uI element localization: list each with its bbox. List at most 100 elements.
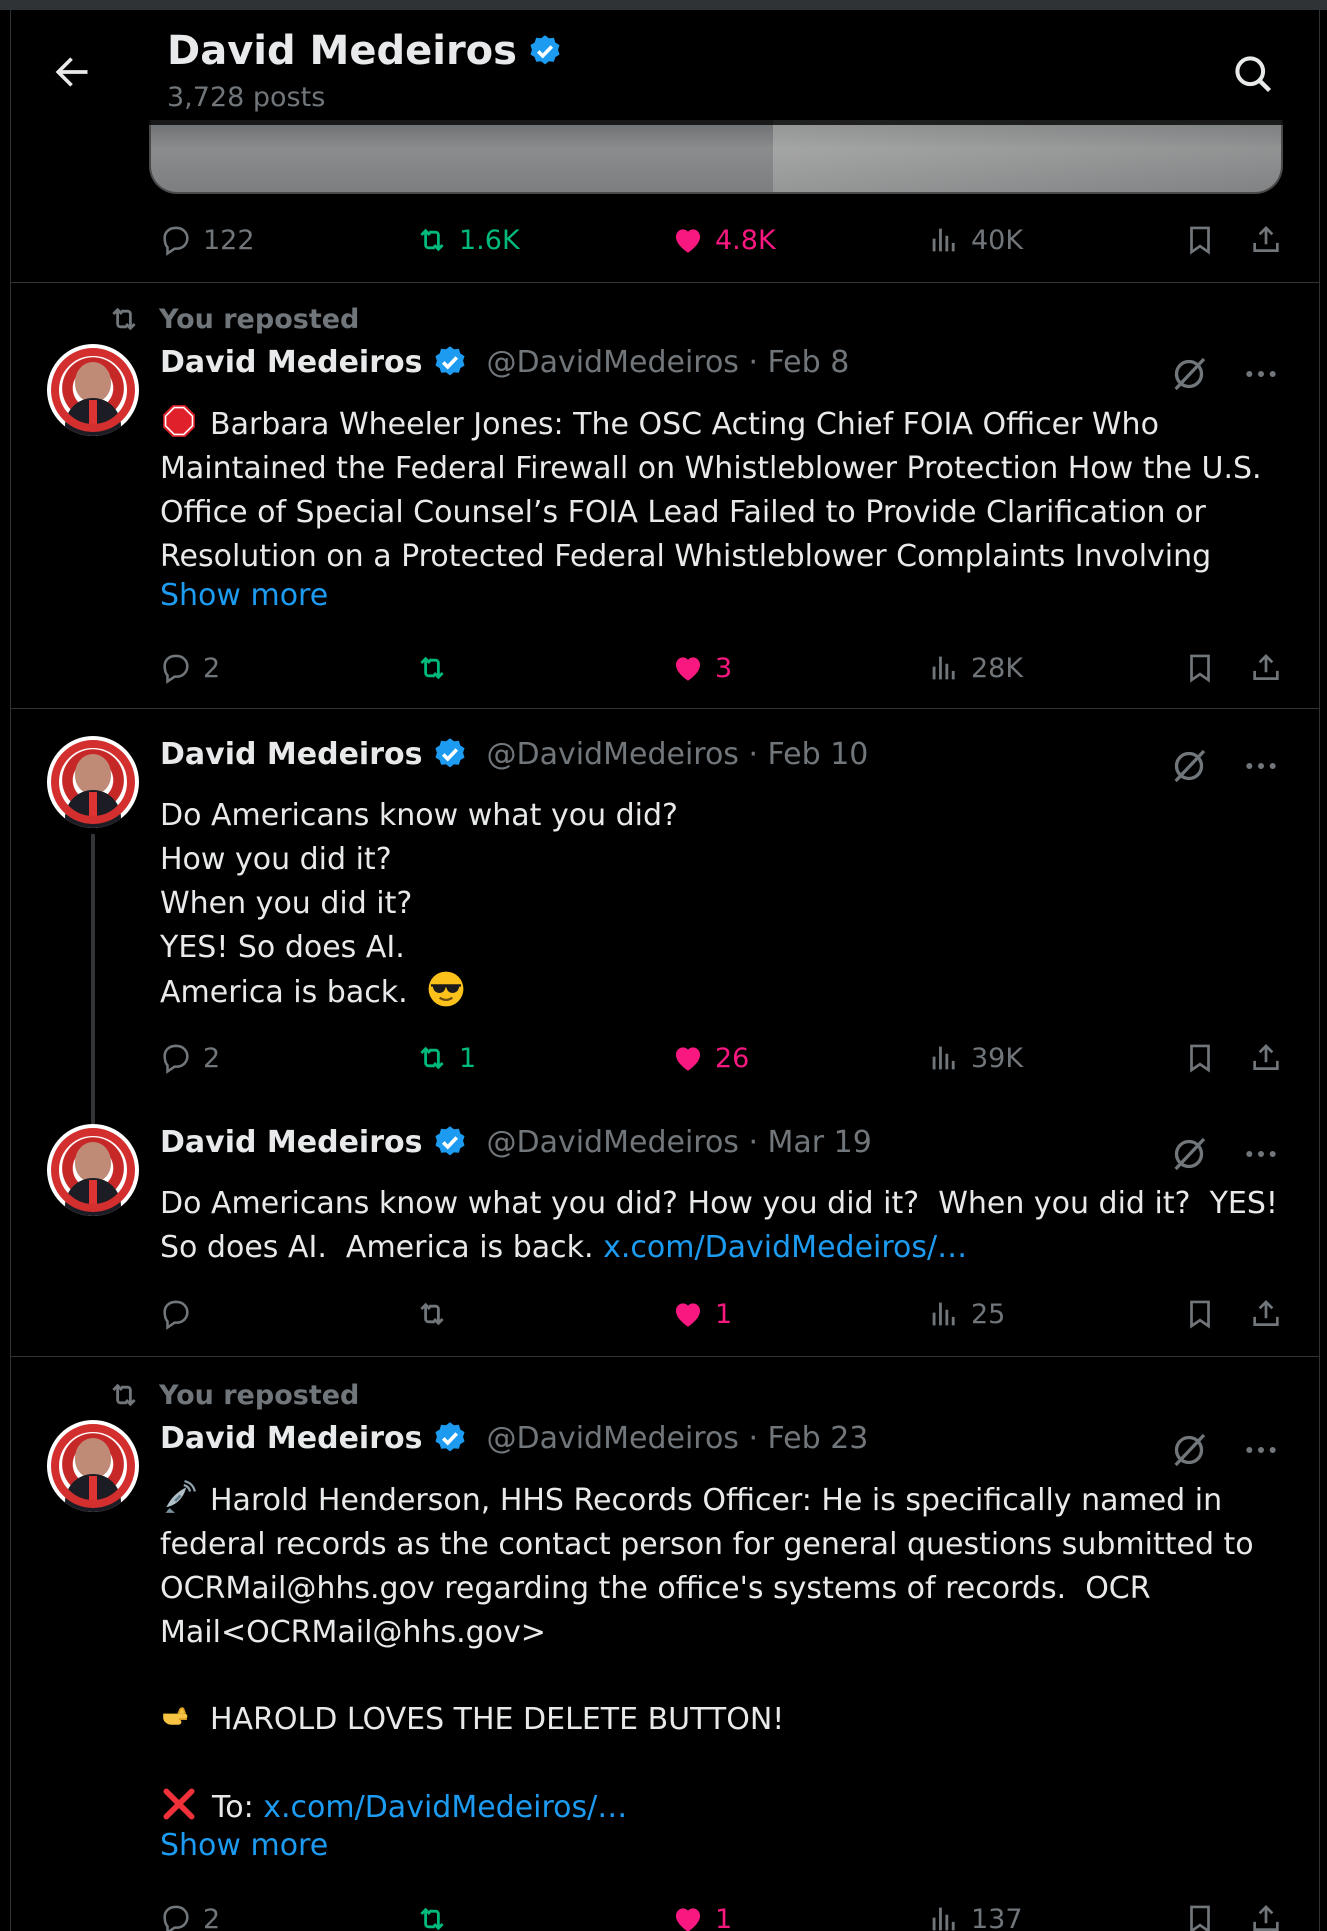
more-options-icon[interactable] bbox=[1241, 354, 1281, 394]
author-name[interactable]: David Medeiros bbox=[160, 1421, 422, 1456]
post-text: Barbara Wheeler Jones: The OSC Acting Ch… bbox=[160, 402, 1290, 579]
post-header: David Medeiros @DavidMedeiros · Feb 23 bbox=[160, 1420, 868, 1456]
reply-icon bbox=[163, 654, 189, 684]
verified-badge-icon bbox=[435, 1422, 466, 1452]
avatar[interactable] bbox=[47, 1420, 139, 1512]
reply-button[interactable]: 2 bbox=[159, 1034, 220, 1082]
like-button[interactable]: 4.8K bbox=[671, 216, 776, 264]
handle-date[interactable]: @DavidMedeiros · Feb 8 bbox=[486, 345, 849, 380]
reply-button[interactable] bbox=[159, 1290, 203, 1338]
reply-button[interactable]: 2 bbox=[159, 644, 220, 692]
bookmark-button[interactable] bbox=[1183, 1895, 1217, 1931]
reply-button[interactable]: 122 bbox=[159, 216, 255, 264]
show-more-link[interactable]: Show more bbox=[160, 578, 328, 613]
post-header: David Medeiros @DavidMedeiros · Feb 8 bbox=[160, 344, 849, 380]
verified-badge-icon bbox=[530, 35, 560, 65]
thread-connector bbox=[91, 834, 95, 1124]
views-button[interactable]: 25 bbox=[927, 1290, 1005, 1338]
author-name[interactable]: David Medeiros bbox=[160, 345, 422, 380]
share-button[interactable] bbox=[1249, 1290, 1283, 1338]
bookmark-button[interactable] bbox=[1183, 1034, 1217, 1082]
post-text: Harold Henderson, HHS Records Officer: H… bbox=[160, 1478, 1290, 1655]
heart-filled-icon bbox=[675, 657, 701, 681]
reply-count: 2 bbox=[203, 1042, 221, 1074]
grok-icon[interactable] bbox=[1169, 1430, 1209, 1470]
repost-button[interactable]: 1 bbox=[415, 1034, 476, 1082]
author-name[interactable]: David Medeiros bbox=[160, 1125, 422, 1160]
grok-icon[interactable] bbox=[1169, 1134, 1209, 1174]
avatar[interactable] bbox=[47, 736, 139, 828]
grok-icon[interactable] bbox=[1169, 746, 1209, 786]
reply-button[interactable]: 2 bbox=[159, 1895, 220, 1931]
like-button[interactable]: 1 bbox=[671, 1895, 732, 1931]
grok-icon[interactable] bbox=[1169, 354, 1209, 394]
repost-indicator[interactable]: You reposted bbox=[107, 302, 359, 336]
bookmark-button[interactable] bbox=[1183, 1290, 1217, 1338]
post-divider bbox=[11, 1356, 1319, 1357]
handle-date[interactable]: @DavidMedeiros · Feb 23 bbox=[486, 1421, 868, 1456]
post-header: David Medeiros @DavidMedeiros · Mar 19 bbox=[160, 1124, 872, 1160]
views-button[interactable]: 40K bbox=[927, 216, 1023, 264]
share-button[interactable] bbox=[1249, 1895, 1283, 1931]
repost-button[interactable] bbox=[415, 644, 459, 692]
verified-badge-icon bbox=[435, 738, 466, 768]
repost-button[interactable]: 1.6K bbox=[415, 216, 520, 264]
posts-count: 3,728 posts bbox=[167, 82, 326, 113]
handle-date[interactable]: @DavidMedeiros · Feb 10 bbox=[486, 737, 868, 772]
post-actions: 1 25 bbox=[149, 1290, 1289, 1338]
views-button[interactable]: 28K bbox=[927, 644, 1023, 692]
post-link[interactable]: x.com/DavidMedeiros/… bbox=[603, 1230, 967, 1265]
bookmark-button[interactable] bbox=[1183, 216, 1217, 264]
arrow-left-icon[interactable] bbox=[49, 50, 93, 94]
post-text-line: To: x.com/DavidMedeiros/… bbox=[160, 1785, 1290, 1830]
like-count: 4.8K bbox=[715, 224, 776, 256]
analytics-icon bbox=[932, 1907, 955, 1931]
share-button[interactable] bbox=[1249, 1034, 1283, 1082]
repost-button[interactable] bbox=[415, 1895, 459, 1931]
show-more-link[interactable]: Show more bbox=[160, 1828, 328, 1863]
page-title: David Medeiros bbox=[167, 28, 563, 74]
repost-icon bbox=[420, 656, 444, 680]
repost-button[interactable] bbox=[415, 1290, 459, 1338]
post-divider bbox=[11, 708, 1319, 709]
search-icon[interactable] bbox=[1231, 52, 1275, 96]
like-count: 1 bbox=[715, 1903, 733, 1931]
like-count: 3 bbox=[715, 652, 733, 684]
like-button[interactable]: 26 bbox=[671, 1034, 749, 1082]
avatar[interactable] bbox=[47, 344, 139, 436]
repost-icon bbox=[420, 1302, 444, 1326]
like-count: 1 bbox=[715, 1298, 733, 1330]
like-button[interactable]: 3 bbox=[671, 644, 732, 692]
post-header: David Medeiros @DavidMedeiros · Feb 10 bbox=[160, 736, 868, 772]
views-count: 137 bbox=[971, 1903, 1023, 1931]
heart-filled-icon bbox=[675, 1303, 701, 1327]
like-button[interactable]: 1 bbox=[671, 1290, 732, 1338]
share-button[interactable] bbox=[1249, 644, 1283, 692]
window-top-bar bbox=[0, 0, 1327, 10]
more-options-icon[interactable] bbox=[1241, 746, 1281, 786]
share-button[interactable] bbox=[1249, 216, 1283, 264]
views-button[interactable]: 39K bbox=[927, 1034, 1023, 1082]
more-options-icon[interactable] bbox=[1241, 1430, 1281, 1470]
post-divider bbox=[11, 282, 1319, 283]
analytics-icon bbox=[932, 656, 955, 680]
reply-count: 2 bbox=[203, 1903, 221, 1931]
verified-badge-icon bbox=[435, 346, 466, 376]
views-button[interactable]: 137 bbox=[927, 1895, 1023, 1931]
repost-indicator[interactable]: You reposted bbox=[107, 1378, 359, 1412]
repost-count: 1.6K bbox=[459, 224, 520, 256]
handle-date[interactable]: @DavidMedeiros · Mar 19 bbox=[486, 1125, 871, 1160]
post-media-image[interactable] bbox=[149, 120, 1283, 194]
bookmark-button[interactable] bbox=[1183, 644, 1217, 692]
share-icon bbox=[1253, 1905, 1279, 1931]
share-icon bbox=[1253, 1300, 1279, 1326]
heart-filled-icon bbox=[675, 1047, 701, 1071]
reply-icon bbox=[163, 1044, 189, 1074]
post-link[interactable]: x.com/DavidMedeiros/… bbox=[263, 1790, 627, 1825]
reply-count: 2 bbox=[203, 652, 221, 684]
more-options-icon[interactable] bbox=[1241, 1134, 1281, 1174]
repost-icon bbox=[420, 1046, 444, 1070]
author-name[interactable]: David Medeiros bbox=[160, 737, 422, 772]
avatar[interactable] bbox=[47, 1124, 139, 1216]
bookmark-icon bbox=[1190, 226, 1210, 255]
